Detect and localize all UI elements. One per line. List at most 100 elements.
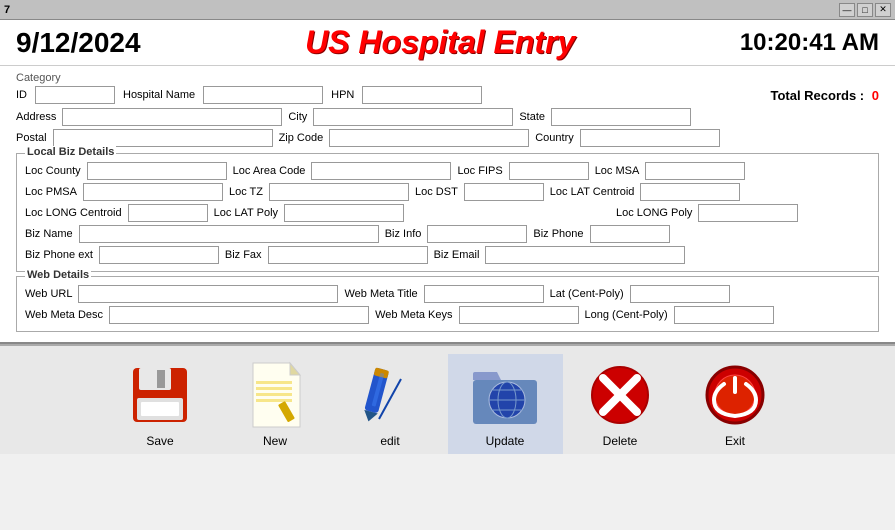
web-meta-title-label: Web Meta Title — [344, 288, 417, 300]
edit-label: edit — [380, 434, 399, 448]
loc-fips-input[interactable] — [509, 162, 589, 180]
loc-lat-centroid-input[interactable] — [640, 183, 740, 201]
loc-pmsa-input[interactable] — [83, 183, 223, 201]
new-icon — [240, 360, 310, 430]
id-input[interactable] — [35, 86, 115, 104]
loc-long-centroid-input[interactable] — [128, 204, 208, 222]
web-meta-desc-row: Web Meta Desc Web Meta Keys Long (Cent-P… — [25, 306, 870, 324]
exit-button[interactable]: Exit — [678, 354, 793, 454]
save-icon — [125, 360, 195, 430]
web-details-title: Web Details — [25, 269, 91, 281]
delete-icon — [585, 360, 655, 430]
postal-input[interactable] — [53, 129, 273, 147]
lat-cent-poly-label: Lat (Cent-Poly) — [550, 288, 624, 300]
loc-long-poly-label: Loc LONG Poly — [616, 207, 692, 219]
state-input[interactable] — [551, 108, 691, 126]
state-label: State — [519, 111, 545, 123]
delete-button[interactable]: Delete — [563, 354, 678, 454]
loc-county-label: Loc County — [25, 165, 81, 177]
biz-phone-ext-row: Biz Phone ext Biz Fax Biz Email — [25, 246, 870, 264]
city-label: City — [288, 111, 307, 123]
biz-phone-label: Biz Phone — [533, 228, 583, 240]
exit-icon-svg — [704, 364, 766, 426]
save-button[interactable]: Save — [103, 354, 218, 454]
id-label: ID — [16, 89, 27, 101]
loc-tz-input[interactable] — [269, 183, 409, 201]
loc-area-code-input[interactable] — [311, 162, 451, 180]
address-input[interactable] — [62, 108, 282, 126]
hospital-name-input[interactable] — [203, 86, 323, 104]
loc-pmsa-label: Loc PMSA — [25, 186, 77, 198]
loc-msa-label: Loc MSA — [595, 165, 640, 177]
loc-dst-input[interactable] — [464, 183, 544, 201]
loc-long-poly-input[interactable] — [698, 204, 798, 222]
hpn-label: HPN — [331, 89, 354, 101]
web-url-input[interactable] — [78, 285, 338, 303]
new-icon-svg — [248, 361, 303, 429]
biz-fax-label: Biz Fax — [225, 249, 262, 261]
loc-lat-poly-input[interactable] — [284, 204, 404, 222]
date-display: 9/12/2024 — [16, 27, 141, 59]
loc-lat-poly-label: Loc LAT Poly — [214, 207, 278, 219]
web-meta-title-input[interactable] — [424, 285, 544, 303]
title-bar-title: 7 — [4, 4, 10, 16]
title-bar-buttons: — □ ✕ — [839, 3, 891, 17]
zip-code-label: Zip Code — [279, 132, 324, 144]
web-url-row: Web URL Web Meta Title Lat (Cent-Poly) — [25, 285, 870, 303]
toolbar: Save New — [0, 344, 895, 454]
exit-label: Exit — [725, 434, 745, 448]
long-cent-poly-input[interactable] — [674, 306, 774, 324]
loc-row-2: Loc PMSA Loc TZ Loc DST Loc LAT Centroid — [25, 183, 870, 201]
postal-label: Postal — [16, 132, 47, 144]
web-meta-keys-input[interactable] — [459, 306, 579, 324]
new-label: New — [263, 434, 287, 448]
zip-code-input[interactable] — [329, 129, 529, 147]
close-button[interactable]: ✕ — [875, 3, 891, 17]
biz-name-input[interactable] — [79, 225, 379, 243]
address-label: Address — [16, 111, 56, 123]
delete-label: Delete — [603, 434, 638, 448]
country-label: Country — [535, 132, 574, 144]
loc-area-code-label: Loc Area Code — [233, 165, 306, 177]
biz-info-label: Biz Info — [385, 228, 422, 240]
loc-long-centroid-label: Loc LONG Centroid — [25, 207, 122, 219]
edit-button[interactable]: edit — [333, 354, 448, 454]
city-input[interactable] — [313, 108, 513, 126]
loc-fips-label: Loc FIPS — [457, 165, 502, 177]
biz-name-label: Biz Name — [25, 228, 73, 240]
loc-msa-input[interactable] — [645, 162, 745, 180]
exit-icon — [700, 360, 770, 430]
loc-row-1: Loc County Loc Area Code Loc FIPS Loc MS… — [25, 162, 870, 180]
update-button[interactable]: Update — [448, 354, 563, 454]
biz-phone-ext-input[interactable] — [99, 246, 219, 264]
address-row: Address City State — [16, 108, 879, 126]
biz-fax-input[interactable] — [268, 246, 428, 264]
country-input[interactable] — [580, 129, 720, 147]
title-bar: 7 — □ ✕ — [0, 0, 895, 20]
loc-dst-label: Loc DST — [415, 186, 458, 198]
category-label: Category — [16, 72, 879, 84]
total-records: Total Records : 0 — [770, 88, 879, 103]
loc-county-input[interactable] — [87, 162, 227, 180]
minimize-button[interactable]: — — [839, 3, 855, 17]
biz-info-input[interactable] — [427, 225, 527, 243]
local-biz-group: Local Biz Details Loc County Loc Area Co… — [16, 153, 879, 272]
app-title: US Hospital Entry — [305, 24, 575, 61]
maximize-button[interactable]: □ — [857, 3, 873, 17]
web-meta-desc-label: Web Meta Desc — [25, 309, 103, 321]
biz-email-input[interactable] — [485, 246, 685, 264]
web-meta-desc-input[interactable] — [109, 306, 369, 324]
web-details-group: Web Details Web URL Web Meta Title Lat (… — [16, 276, 879, 332]
main-header: 9/12/2024 US Hospital Entry 10:20:41 AM — [0, 20, 895, 66]
postal-row: Postal Zip Code Country — [16, 129, 879, 147]
biz-phone-ext-label: Biz Phone ext — [25, 249, 93, 261]
web-url-label: Web URL — [25, 288, 72, 300]
hpn-input[interactable] — [362, 86, 482, 104]
update-icon-svg — [471, 364, 539, 426]
new-button[interactable]: New — [218, 354, 333, 454]
loc-tz-label: Loc TZ — [229, 186, 263, 198]
lat-cent-poly-input[interactable] — [630, 285, 730, 303]
biz-phone-input[interactable] — [590, 225, 670, 243]
long-cent-poly-label: Long (Cent-Poly) — [585, 309, 668, 321]
form-area: Category ID Hospital Name HPN Total Reco… — [0, 66, 895, 344]
